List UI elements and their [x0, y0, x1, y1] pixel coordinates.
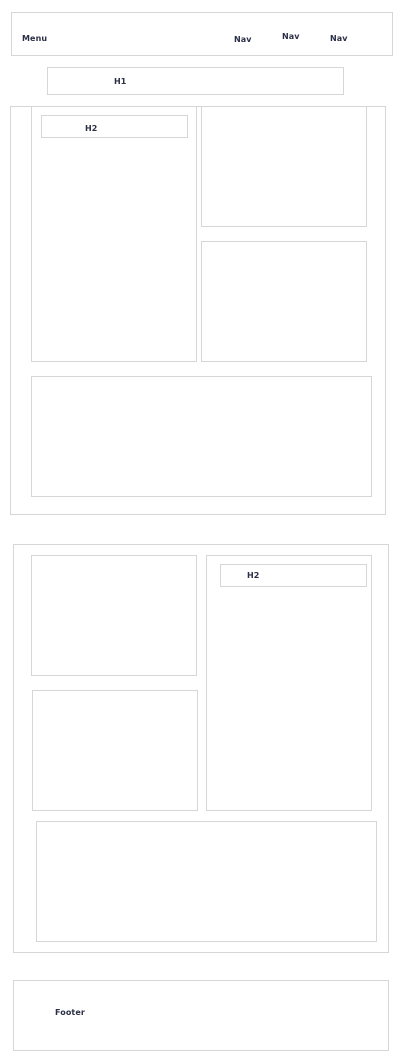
section-one-wide-card: [31, 376, 372, 497]
nav-link-3[interactable]: Nav: [330, 35, 348, 43]
nav-link-1[interactable]: Nav: [234, 36, 252, 44]
nav-link-2[interactable]: Nav: [282, 33, 300, 41]
section-two-tall-card: H2: [206, 555, 372, 811]
section-one-card-heading-box: H2: [41, 115, 188, 138]
section-two-card-heading-box: H2: [220, 564, 367, 587]
section-two-card-heading: H2: [247, 571, 260, 580]
section-two-wide-card: [36, 821, 377, 942]
section-one-card-heading: H2: [85, 124, 98, 133]
section-two-card-top-left: [31, 555, 197, 676]
footer: Footer: [13, 980, 389, 1051]
footer-label: Footer: [55, 1008, 85, 1017]
page-title-box: H1: [47, 67, 344, 95]
header-bar: Menu Nav Nav Nav: [11, 12, 393, 56]
page-title: H1: [114, 77, 127, 86]
menu-button[interactable]: Menu: [22, 35, 47, 43]
section-two-card-bottom-left: [32, 690, 198, 811]
section-one-card-bottom-right: [201, 241, 367, 362]
section-one-tall-card: H2: [31, 106, 197, 362]
section-one-card-top-right: [201, 106, 367, 227]
